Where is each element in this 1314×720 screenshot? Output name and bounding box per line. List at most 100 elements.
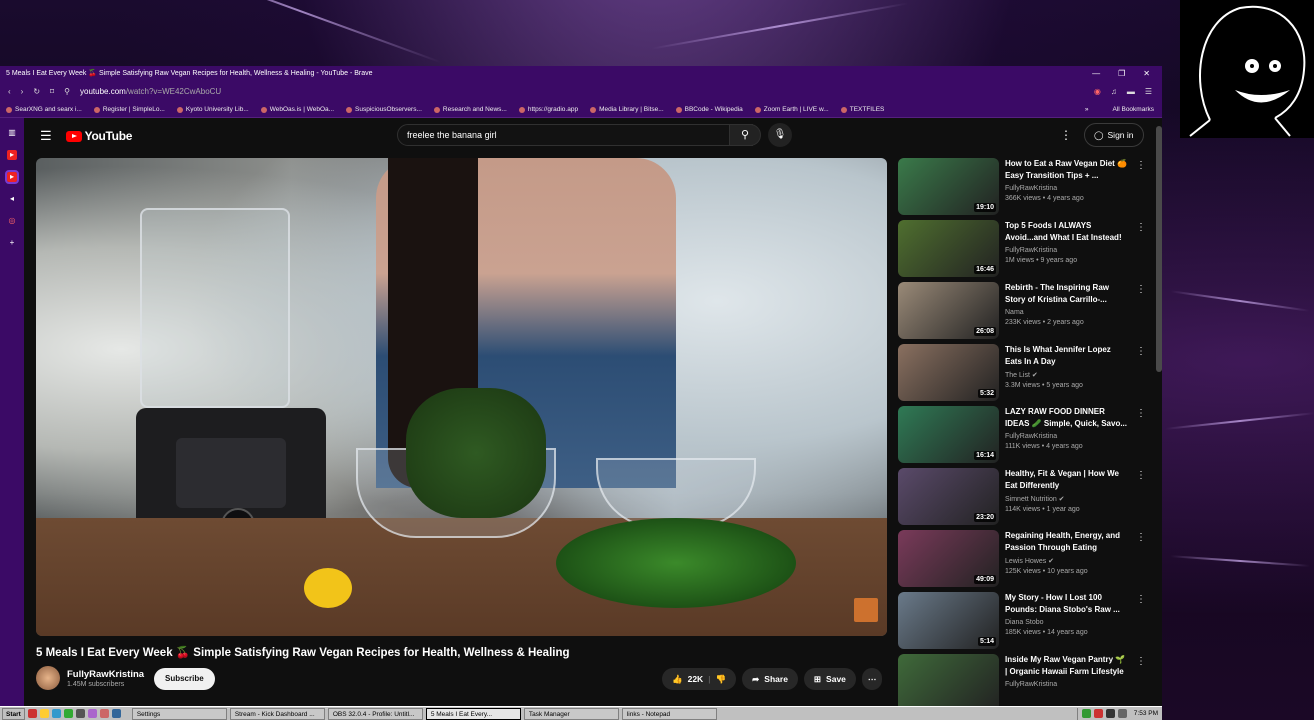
recommended-title[interactable]: Inside My Raw Vegan Pantry 🌱 | Organic H… [1005, 654, 1127, 678]
video-thumbnail[interactable]: 16:46 [898, 220, 999, 277]
reload-icon[interactable]: ↻ [33, 87, 40, 96]
recommended-video[interactable]: 5:14 My Story - How I Lost 100 Pounds: D… [898, 592, 1148, 654]
recommended-video[interactable]: 16:46 Top 5 Foods I ALWAYS Avoid...and W… [898, 220, 1148, 282]
quicklaunch-icon[interactable] [75, 709, 85, 718]
save-button[interactable]: ⊞ Save [803, 668, 856, 690]
site-info-icon[interactable]: ⚲ [64, 87, 70, 96]
page-scrollbar[interactable] [1156, 126, 1162, 372]
more-actions-button[interactable]: ⋯ [861, 668, 883, 690]
recommended-channel[interactable]: FullyRawKristina [1005, 185, 1127, 192]
video-thumbnail[interactable]: 26:08 [898, 282, 999, 339]
tray-icon[interactable] [1093, 709, 1103, 718]
bookmark-item[interactable]: Zoom Earth | LIVE w... [754, 106, 829, 113]
minimize-icon[interactable]: — [1092, 69, 1100, 78]
subscribe-button[interactable]: Subscribe [154, 668, 215, 690]
brave-shields-icon[interactable]: ◉ [1094, 87, 1101, 96]
sidebar-target-icon[interactable]: ◎ [7, 216, 17, 226]
recommended-video[interactable]: 26:08 Rebirth - The Inspiring Raw Story … [898, 282, 1148, 344]
recommended-title[interactable]: How to Eat a Raw Vegan Diet 🍊 Easy Trans… [1005, 158, 1127, 182]
recommended-channel[interactable]: FullyRawKristina [1005, 247, 1127, 254]
bookmark-item[interactable]: SuspiciousObservers... [346, 106, 422, 113]
more-options-icon[interactable]: ⋮ [1136, 656, 1146, 667]
tray-icon[interactable] [1081, 709, 1091, 718]
maximize-icon[interactable]: ❐ [1118, 69, 1125, 78]
bookmark-item[interactable]: Kyoto University Lib... [176, 106, 249, 113]
recommended-title[interactable]: This Is What Jennifer Lopez Eats In A Da… [1005, 344, 1127, 368]
sign-in-button[interactable]: ◯ Sign in [1084, 123, 1144, 147]
more-options-icon[interactable]: ⋮ [1136, 470, 1146, 481]
settings-more-icon[interactable]: ⋮ [1060, 128, 1072, 142]
quicklaunch-icon[interactable] [111, 709, 121, 718]
url-field[interactable]: youtube.com/watch?v=WE42CwAboCU [80, 87, 221, 96]
more-options-icon[interactable]: ⋮ [1136, 222, 1146, 233]
sidebar-panel-icon[interactable]: ▥ [7, 128, 17, 138]
recommended-title[interactable]: Healthy, Fit & Vegan | How We Eat Differ… [1005, 468, 1127, 492]
recommended-channel[interactable]: Lewis Howes ✔ [1005, 557, 1127, 565]
bookmark-item[interactable]: SearXNG and searx i... [6, 106, 82, 113]
quicklaunch-icon[interactable] [39, 709, 49, 718]
start-button[interactable]: Start [2, 707, 25, 720]
video-thumbnail[interactable]: 49:09 [898, 530, 999, 587]
clock[interactable]: 7:53 PM [1134, 710, 1158, 717]
recommended-channel[interactable]: Diana Stobo [1005, 619, 1127, 626]
bookmark-item[interactable]: Research and News... [433, 106, 507, 113]
sidebar-audio-icon[interactable]: ◂ [7, 194, 17, 204]
bookmark-item[interactable]: https://gradio.app [518, 106, 578, 113]
video-thumbnail[interactable]: 23:20 [898, 468, 999, 525]
recommended-title[interactable]: Regaining Health, Energy, and Passion Th… [1005, 530, 1127, 554]
tray-icon[interactable] [1105, 709, 1115, 718]
bookmark-icon[interactable]: ⌑ [50, 87, 54, 96]
video-thumbnail[interactable] [898, 654, 999, 711]
more-options-icon[interactable]: ⋮ [1136, 160, 1146, 171]
recommended-channel[interactable]: FullyRawKristina [1005, 433, 1127, 440]
hamburger-menu-icon[interactable]: ☰ [40, 128, 52, 144]
quicklaunch-icon[interactable] [27, 709, 37, 718]
video-player[interactable] [36, 158, 887, 636]
recommended-channel[interactable]: FullyRawKristina [1005, 681, 1127, 688]
recommended-video[interactable]: 49:09 Regaining Health, Energy, and Pass… [898, 530, 1148, 592]
recommended-video[interactable]: 5:32 This Is What Jennifer Lopez Eats In… [898, 344, 1148, 406]
sidebar-youtube-icon[interactable]: ▸ [7, 150, 17, 160]
back-icon[interactable]: ‹ [8, 87, 11, 96]
voice-search-button[interactable]: 🎙 [768, 123, 792, 147]
search-input[interactable]: freelee the banana girl ✕ [397, 124, 753, 146]
volume-icon[interactable] [1117, 709, 1127, 718]
channel-avatar[interactable] [36, 666, 60, 690]
youtube-logo[interactable]: YouTube [65, 129, 132, 143]
quicklaunch-icon[interactable] [51, 709, 61, 718]
share-button[interactable]: ➦ Share [742, 668, 798, 690]
video-thumbnail[interactable]: 5:32 [898, 344, 999, 401]
more-options-icon[interactable]: ⋮ [1136, 284, 1146, 295]
recommended-channel[interactable]: Simnett Nutrition ✔ [1005, 495, 1127, 503]
video-thumbnail[interactable]: 19:10 [898, 158, 999, 215]
more-options-icon[interactable]: ⋮ [1136, 346, 1146, 357]
taskbar-task[interactable]: OBS 32.0.4 - Profile: Untitl... [327, 707, 423, 720]
bookmarks-overflow-icon[interactable]: » [1085, 106, 1089, 113]
more-options-icon[interactable]: ⋮ [1136, 594, 1146, 605]
bookmark-item[interactable]: WebOas.is | WebOa... [260, 106, 334, 113]
menu-icon[interactable]: ☰ [1145, 87, 1152, 96]
recommended-video[interactable]: 16:14 LAZY RAW FOOD DINNER IDEAS 🥒 Simpl… [898, 406, 1148, 468]
close-icon[interactable]: ✕ [1143, 69, 1150, 78]
recommended-video[interactable]: 23:20 Healthy, Fit & Vegan | How We Eat … [898, 468, 1148, 530]
taskbar-task[interactable]: links - Notepad [621, 707, 717, 720]
taskbar-task[interactable]: Settings [131, 707, 227, 720]
quicklaunch-icon[interactable] [63, 709, 73, 718]
recommended-title[interactable]: LAZY RAW FOOD DINNER IDEAS 🥒 Simple, Qui… [1005, 406, 1127, 430]
media-icon[interactable]: ♫ [1111, 87, 1117, 96]
like-button[interactable]: 👍 22K | 👎 [662, 668, 737, 690]
more-options-icon[interactable]: ⋮ [1136, 532, 1146, 543]
more-options-icon[interactable]: ⋮ [1136, 408, 1146, 419]
all-bookmarks-button[interactable]: All Bookmarks [1112, 106, 1154, 113]
forward-icon[interactable]: › [21, 87, 24, 96]
video-thumbnail[interactable]: 5:14 [898, 592, 999, 649]
quicklaunch-icon[interactable] [87, 709, 97, 718]
quicklaunch-icon[interactable] [99, 709, 109, 718]
bookmark-item[interactable]: BBCode - Wikipedia [675, 106, 743, 113]
thumbs-down-icon[interactable]: 👎 [716, 674, 727, 685]
sidebar-add-icon[interactable]: + [7, 238, 17, 248]
taskbar-task[interactable]: Stream - Kick Dashboard ... [229, 707, 325, 720]
wallet-icon[interactable]: ▬ [1127, 87, 1135, 96]
recommended-channel[interactable]: The List ✔ [1005, 371, 1127, 379]
video-thumbnail[interactable]: 16:14 [898, 406, 999, 463]
